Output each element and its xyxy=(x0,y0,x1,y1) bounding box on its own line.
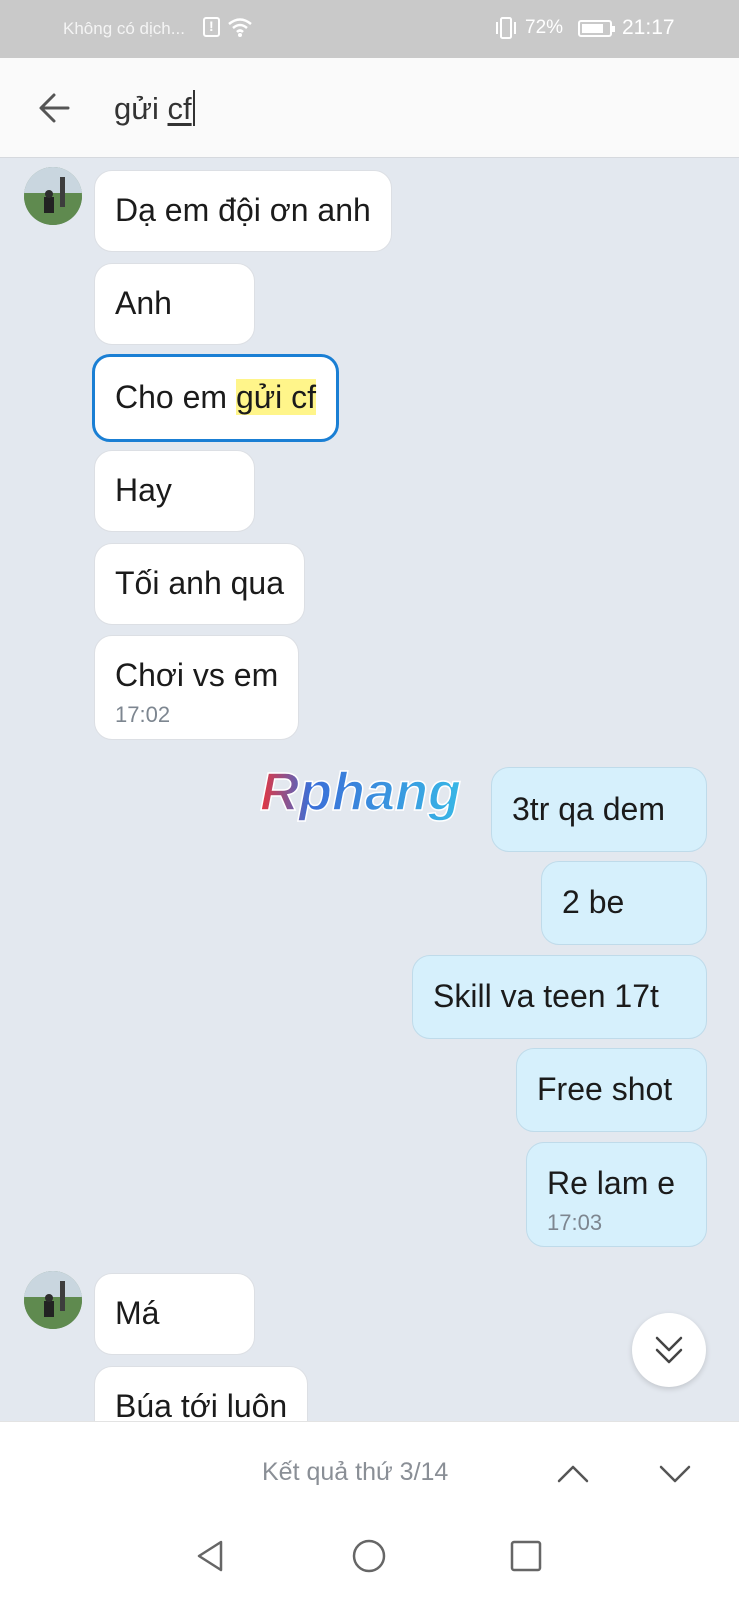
system-navigation-bar xyxy=(0,1521,739,1600)
message-text: Free shot xyxy=(537,1071,673,1107)
message-bubble[interactable]: Chơi vs em 17:02 xyxy=(94,635,300,740)
message-bubble[interactable]: 2 be xyxy=(541,861,707,945)
scroll-to-bottom-button[interactable] xyxy=(632,1313,706,1387)
search-input[interactable]: gửi cf xyxy=(114,90,195,127)
message-bubble[interactable]: Free shot xyxy=(516,1048,707,1132)
wifi-icon xyxy=(228,18,252,37)
message-bubble[interactable]: Dạ em đội ơn anh xyxy=(94,170,392,252)
avatar[interactable] xyxy=(24,1271,82,1329)
nav-home-icon[interactable] xyxy=(349,1536,389,1576)
status-bar: Không có dịch... 72% 21:17 xyxy=(0,0,739,58)
message-text: 3tr qa dem xyxy=(512,791,665,827)
vibrate-icon xyxy=(496,17,516,39)
nav-back-icon[interactable] xyxy=(191,1536,231,1576)
message-text: Tối anh qua xyxy=(115,565,285,601)
message-bubble[interactable]: Búa tới luôn xyxy=(94,1366,309,1421)
search-query-composing: cf xyxy=(167,91,192,126)
message-text: 2 be xyxy=(562,884,625,920)
message-text: Má xyxy=(115,1295,160,1331)
result-counter: Kết quả thứ 3/14 xyxy=(262,1458,449,1486)
search-result-bar: Kết quả thứ 3/14 xyxy=(0,1421,739,1521)
message-bubble[interactable]: 3tr qa dem xyxy=(491,767,707,852)
battery-percent: 72% xyxy=(525,17,564,38)
avatar[interactable] xyxy=(24,167,82,225)
carrier-label: Không có dịch... xyxy=(63,19,185,38)
message-bubble-highlighted[interactable]: Cho em gửi cf xyxy=(92,354,340,442)
message-bubble[interactable]: Tối anh qua xyxy=(94,543,306,625)
message-bubble[interactable]: Anh xyxy=(94,263,255,345)
message-bubble[interactable]: Re lam e 17:03 xyxy=(526,1142,707,1247)
message-text: Re lam e xyxy=(547,1165,676,1201)
search-header: gửi cf xyxy=(0,58,739,158)
message-bubble[interactable]: Hay xyxy=(94,450,255,532)
message-text: Hay xyxy=(115,472,172,508)
message-text: Búa tới luôn xyxy=(115,1388,288,1421)
message-text: Skill va teen 17t xyxy=(433,978,659,1014)
text-cursor xyxy=(192,90,195,126)
alert-icon xyxy=(203,17,220,37)
message-text: Dạ em đội ơn anh xyxy=(115,192,371,228)
watermark-text: Rphang xyxy=(260,762,461,822)
double-chevron-down-icon xyxy=(655,1336,683,1364)
message-list[interactable]: Dạ em đội ơn anh Anh Cho em gửi cf Hay T… xyxy=(0,158,739,1421)
nav-recent-icon[interactable] xyxy=(506,1536,546,1576)
message-timestamp: 17:02 xyxy=(115,702,171,727)
message-text: Anh xyxy=(115,285,172,321)
chevron-down-icon[interactable] xyxy=(653,1452,697,1496)
message-text-before: Cho em xyxy=(115,379,236,415)
watermark-logo: Rphang xyxy=(259,761,461,823)
arrow-left-icon[interactable] xyxy=(36,88,76,128)
message-text: Cho em gửi cf xyxy=(115,379,317,416)
message-bubble[interactable]: Má xyxy=(94,1273,255,1355)
battery-icon xyxy=(578,20,615,37)
message-timestamp: 17:03 xyxy=(547,1210,603,1235)
message-bubble[interactable]: Skill va teen 17t xyxy=(412,955,707,1039)
message-text: Chơi vs em xyxy=(115,657,279,693)
search-match-highlight: gửi cf xyxy=(235,379,317,415)
search-query-text: gửi xyxy=(114,91,168,126)
chevron-up-icon[interactable] xyxy=(551,1452,595,1496)
clock: 21:17 xyxy=(622,16,675,39)
